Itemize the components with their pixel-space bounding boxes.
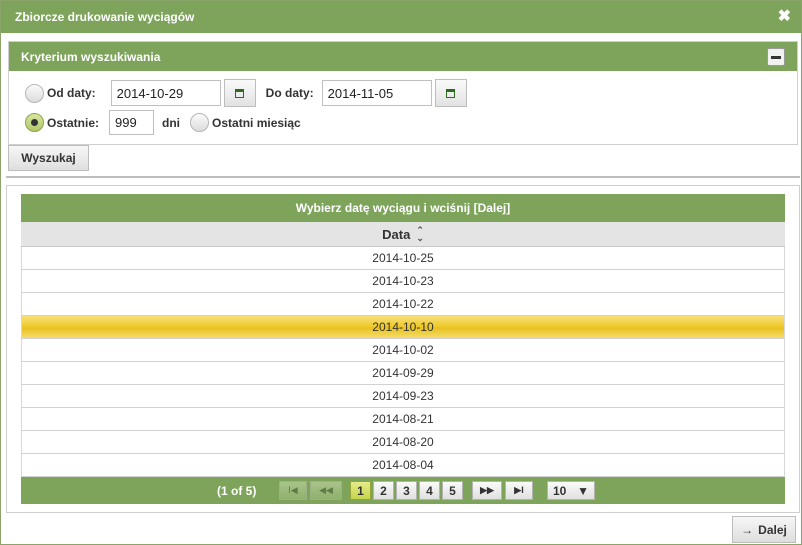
chevron-down-icon: ▼ [577,483,589,498]
days-unit-label: dni [162,115,181,130]
statements-grid: Wybierz datę wyciągu i wciśnij [Dalej] D… [21,194,785,504]
calendar-icon [235,88,245,98]
last-days-row: Ostatnie: dni Ostatni miesiąc [25,110,301,135]
last-days-input[interactable] [109,110,155,135]
date-cell: 2014-10-10 [372,320,434,334]
criteria-panel-header: Kryterium wyszukiwania [9,42,797,71]
page-number-button[interactable]: 2 [373,481,394,500]
table-row[interactable]: 2014-08-20 [21,431,785,454]
grid-body: 2014-10-25 2014-10-23 2014-10-22 2014-10-10… [21,247,785,477]
page-number-button[interactable]: 4 [419,481,440,500]
table-row[interactable]: 2014-10-10 [21,316,785,339]
date-cell: 2014-08-04 [372,458,434,472]
date-range-row: Od daty: Do daty: [25,79,467,107]
to-date-calendar-button[interactable] [434,79,467,107]
search-button[interactable]: Wyszukaj [8,145,89,171]
date-cell: 2014-08-20 [372,435,434,449]
grid-caption: Wybierz datę wyciągu i wciśnij [Dalej] [21,194,785,222]
last-days-label: Ostatnie: [47,115,100,130]
date-cell: 2014-10-25 [372,251,434,265]
table-row[interactable]: 2014-09-23 [21,385,785,408]
pager-info: (1 of 5) [217,483,257,498]
criteria-panel-title: Kryterium wyszukiwania [21,49,161,64]
date-column-label: Data [382,226,411,242]
table-row[interactable]: 2014-10-23 [21,270,785,293]
date-cell: 2014-10-23 [372,274,434,288]
page-number-button[interactable]: 5 [442,481,463,500]
from-date-input[interactable] [110,80,221,106]
from-date-calendar-button[interactable] [223,79,256,107]
calendar-icon [446,88,456,98]
date-cell: 2014-10-02 [372,343,434,357]
section-divider [6,176,800,178]
page-number-button[interactable]: 3 [396,481,417,500]
dialog-title: Zbiorcze drukowanie wyciągów [15,10,195,24]
to-date-input[interactable] [321,80,432,106]
date-column-header[interactable]: Data ⌃ ⌄ [21,222,785,247]
radio-last-month[interactable] [190,113,210,132]
table-row[interactable]: 2014-08-04 [21,454,785,477]
radio-date-range[interactable] [25,83,44,103]
search-criteria-panel: Kryterium wyszukiwania Od daty: Do daty:… [8,41,798,145]
dialog-titlebar: Zbiorcze drukowanie wyciągów ✖ [1,1,801,33]
close-icon[interactable]: ✖ [778,9,791,25]
first-page-button[interactable]: I◀ [279,481,307,500]
previous-page-button[interactable]: ◀◀ [310,481,342,500]
print-statements-dialog: Zbiorcze drukowanie wyciągów ✖ Kryterium… [0,0,802,545]
radio-last-days[interactable] [25,113,44,132]
table-row[interactable]: 2014-10-22 [21,293,785,316]
last-month-label: Ostatni miesiąc [212,115,301,130]
from-date-label: Od daty: [47,86,96,100]
sort-icon: ⌃ ⌄ [416,225,424,243]
next-button-label: Dalej [758,522,787,537]
table-row[interactable]: 2014-10-02 [21,339,785,362]
results-panel: Wybierz datę wyciągu i wciśnij [Dalej] D… [6,185,800,513]
arrow-right-icon: → [741,522,754,537]
page-size-select[interactable]: 10 ▼ [547,481,595,500]
last-page-button[interactable]: ▶I [505,481,533,500]
date-cell: 2014-08-21 [372,412,434,426]
table-row[interactable]: 2014-09-29 [21,362,785,385]
page-number-button[interactable]: 1 [350,481,371,500]
date-cell: 2014-10-22 [372,297,434,311]
table-row[interactable]: 2014-10-25 [21,247,785,270]
to-date-label: Do daty: [265,86,314,100]
date-cell: 2014-09-23 [372,389,434,403]
collapse-panel-icon[interactable] [767,47,785,66]
next-button[interactable]: → Dalej [732,516,796,543]
date-cell: 2014-09-29 [372,366,434,380]
table-row[interactable]: 2014-08-21 [21,408,785,431]
page-size-value: 10 [553,483,567,498]
next-page-button[interactable]: ▶▶ [472,481,502,500]
grid-pager: (1 of 5) I◀ ◀◀ 12345 ▶▶ ▶I 10 ▼ [21,477,785,504]
